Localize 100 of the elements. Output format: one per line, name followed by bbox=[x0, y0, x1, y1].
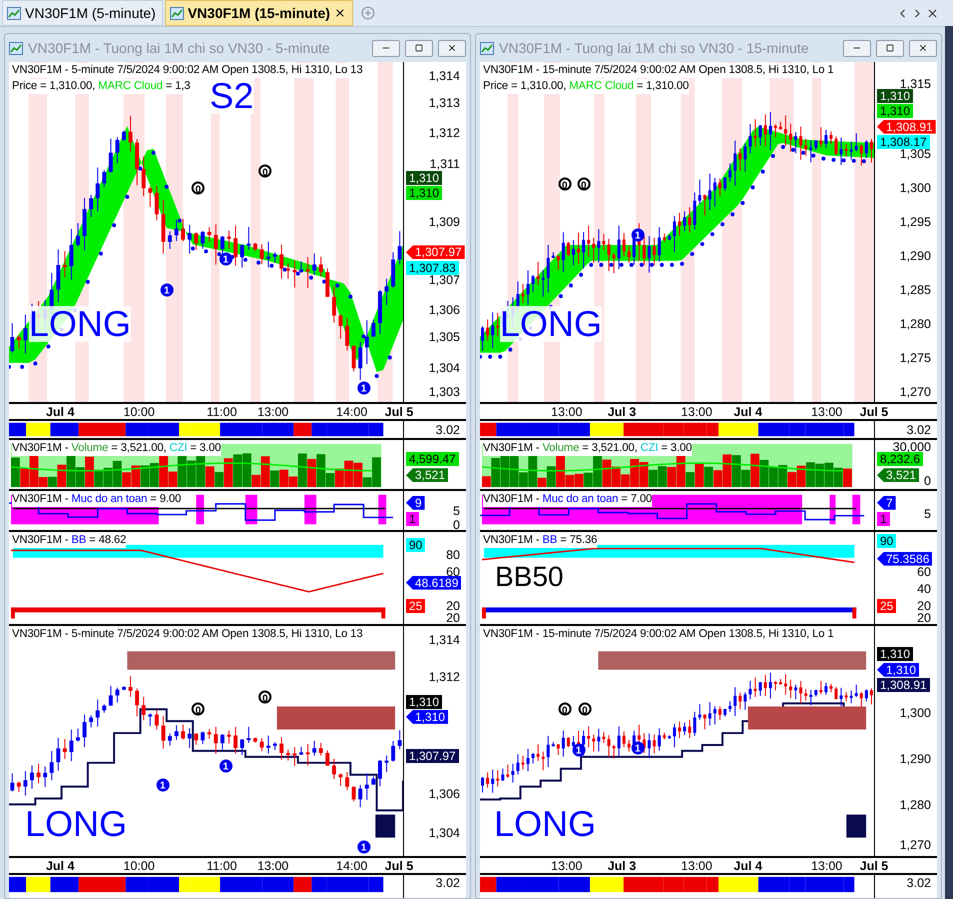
time-label: Jul 5 bbox=[384, 859, 414, 873]
time-label: 13:00 bbox=[811, 405, 842, 419]
axis-label: 1,311 bbox=[430, 157, 460, 171]
axis-label: 3.02 bbox=[436, 422, 460, 436]
axis-label: 3.02 bbox=[436, 876, 460, 890]
time-label: Jul 5 bbox=[860, 859, 888, 873]
axis-label: 5 bbox=[453, 504, 460, 518]
price-tag: 1,310 bbox=[406, 186, 442, 200]
time-label: Jul 4 bbox=[734, 405, 762, 419]
time-label: 14:00 bbox=[336, 859, 368, 873]
axis-label: 40 bbox=[917, 582, 931, 596]
axis-label: 1,304 bbox=[428, 826, 460, 840]
axis-label: 1,314 bbox=[428, 68, 460, 83]
signal-marker: 1 bbox=[357, 840, 370, 854]
chart-icon bbox=[9, 42, 23, 54]
time-label: 10:00 bbox=[123, 405, 155, 419]
axis-label: 1,295 bbox=[900, 214, 931, 229]
price-tag: 1,310 bbox=[877, 646, 914, 661]
price-tag: 1,310 bbox=[877, 89, 914, 103]
chart-annotation: LONG bbox=[28, 306, 131, 342]
price-tag: 90 bbox=[877, 534, 896, 548]
time-label: 14:00 bbox=[336, 405, 368, 419]
signal-marker: 1 bbox=[631, 741, 644, 754]
price-tag: 3,521 bbox=[877, 468, 920, 482]
axis-label: 1,290 bbox=[900, 248, 931, 263]
chart-icon bbox=[170, 6, 184, 20]
chart-annotation: S2 bbox=[210, 78, 254, 114]
axis-label: 20 bbox=[446, 598, 460, 613]
maximize-icon bbox=[415, 44, 423, 52]
close-icon bbox=[918, 43, 928, 53]
axis-label: 80 bbox=[446, 548, 460, 562]
signal-marker: 1 bbox=[156, 778, 170, 792]
maximize-button[interactable] bbox=[876, 40, 904, 56]
signal-marker: 0 bbox=[258, 690, 272, 704]
axis-label: 1,280 bbox=[900, 316, 931, 331]
price-tag: 25 bbox=[406, 598, 426, 613]
price-tag: 1,307.83 bbox=[406, 260, 459, 275]
axis-label: 1,314 bbox=[428, 632, 460, 647]
minimize-button[interactable] bbox=[843, 40, 871, 56]
price-tag: 7 bbox=[877, 496, 896, 510]
maximize-button[interactable] bbox=[405, 40, 433, 56]
time-label: Jul 5 bbox=[384, 405, 414, 419]
time-label: 13:00 bbox=[811, 859, 842, 873]
price-tag: 9 bbox=[406, 496, 425, 510]
price-tag: 1,307.97 bbox=[406, 245, 465, 260]
time-label: 13:00 bbox=[681, 859, 712, 873]
axis-label: 20 bbox=[917, 598, 931, 613]
chart-icon bbox=[480, 42, 494, 54]
price-tag: 8,232.6 bbox=[877, 452, 924, 466]
axis-label: 0 bbox=[453, 518, 460, 532]
close-button[interactable] bbox=[909, 40, 937, 56]
chart-legend: VN30F1M - 5-minute 7/5/2024 9:00:02 AM Open 1308.5, Hi 1310, Lo 13 bbox=[12, 63, 363, 78]
time-label: Jul 4 bbox=[46, 405, 74, 419]
signal-marker: 0 bbox=[192, 702, 205, 716]
chart-legend: VN30F1M - Muc do an toan = 7.00 bbox=[483, 492, 652, 507]
axis-label: 1,307 bbox=[428, 272, 460, 287]
chart-legend: VN30F1M - 15-minute 7/5/2024 9:00:02 AM Open 1308.5, Hi 1310, Lo 1 bbox=[483, 627, 834, 642]
axis-label: 0 bbox=[924, 474, 931, 488]
price-tag: 1,310 bbox=[406, 694, 442, 709]
axis-label: 20 bbox=[446, 610, 460, 625]
price-tag: 1,308.91 bbox=[877, 120, 936, 134]
close-button[interactable] bbox=[438, 40, 466, 56]
maximize-icon bbox=[886, 44, 894, 52]
chart-legend: VN30F1M - Volume = 3,521.00, CZI = 3.00 bbox=[483, 441, 692, 456]
price-tag: 1 bbox=[406, 512, 419, 526]
axis-label: 1,303 bbox=[428, 384, 460, 399]
time-label: 11:00 bbox=[206, 405, 237, 419]
axis-label: 1,306 bbox=[428, 786, 460, 801]
chart-tab[interactable]: VN30F1M (15-minute) bbox=[164, 0, 354, 26]
signal-marker: 1 bbox=[160, 283, 174, 296]
close-icon bbox=[334, 7, 346, 19]
axis-label: 3.02 bbox=[906, 876, 931, 890]
time-label: 13:00 bbox=[551, 859, 582, 873]
minimize-button[interactable] bbox=[372, 40, 400, 56]
axis-label: 1,305 bbox=[428, 330, 460, 344]
time-label: 13:00 bbox=[257, 405, 289, 419]
chart-legend: VN30F1M - Volume = 3,521.00, CZI = 3.00 bbox=[12, 441, 221, 456]
chart-legend: VN30F1M - BB = 48.62 bbox=[12, 533, 126, 548]
axis-label: 20 bbox=[917, 610, 931, 625]
chart-legend: VN30F1M - 5-minute 7/5/2024 9:00:02 AM Open 1308.5, Hi 1310, Lo 13 bbox=[12, 627, 363, 642]
signal-marker: 0 bbox=[192, 181, 205, 194]
close-icon[interactable] bbox=[926, 6, 939, 20]
signal-marker: 1 bbox=[219, 760, 232, 773]
axis-label: 1,313 bbox=[428, 96, 460, 110]
price-tag: 90 bbox=[406, 538, 426, 552]
time-label: 13:00 bbox=[257, 859, 289, 873]
support-block bbox=[375, 814, 396, 838]
axis-label: 1,305 bbox=[900, 146, 931, 161]
price-tag: 1,310 bbox=[406, 170, 442, 185]
signal-marker: 0 bbox=[578, 702, 592, 716]
chart-tab[interactable]: VN30F1M (5-minute) bbox=[2, 0, 163, 26]
price-tag: 1,307.97 bbox=[406, 748, 459, 763]
time-label: Jul 3 bbox=[608, 859, 636, 873]
price-tag: 1,310 bbox=[877, 662, 920, 677]
price-tag: 1,308.91 bbox=[877, 678, 930, 692]
axis-label: 1,280 bbox=[900, 798, 931, 812]
chart-annotation: LONG bbox=[500, 306, 602, 342]
price-tag: 1,310 bbox=[406, 710, 448, 724]
axis-label: 5 bbox=[924, 507, 931, 522]
time-label: Jul 3 bbox=[608, 405, 636, 419]
